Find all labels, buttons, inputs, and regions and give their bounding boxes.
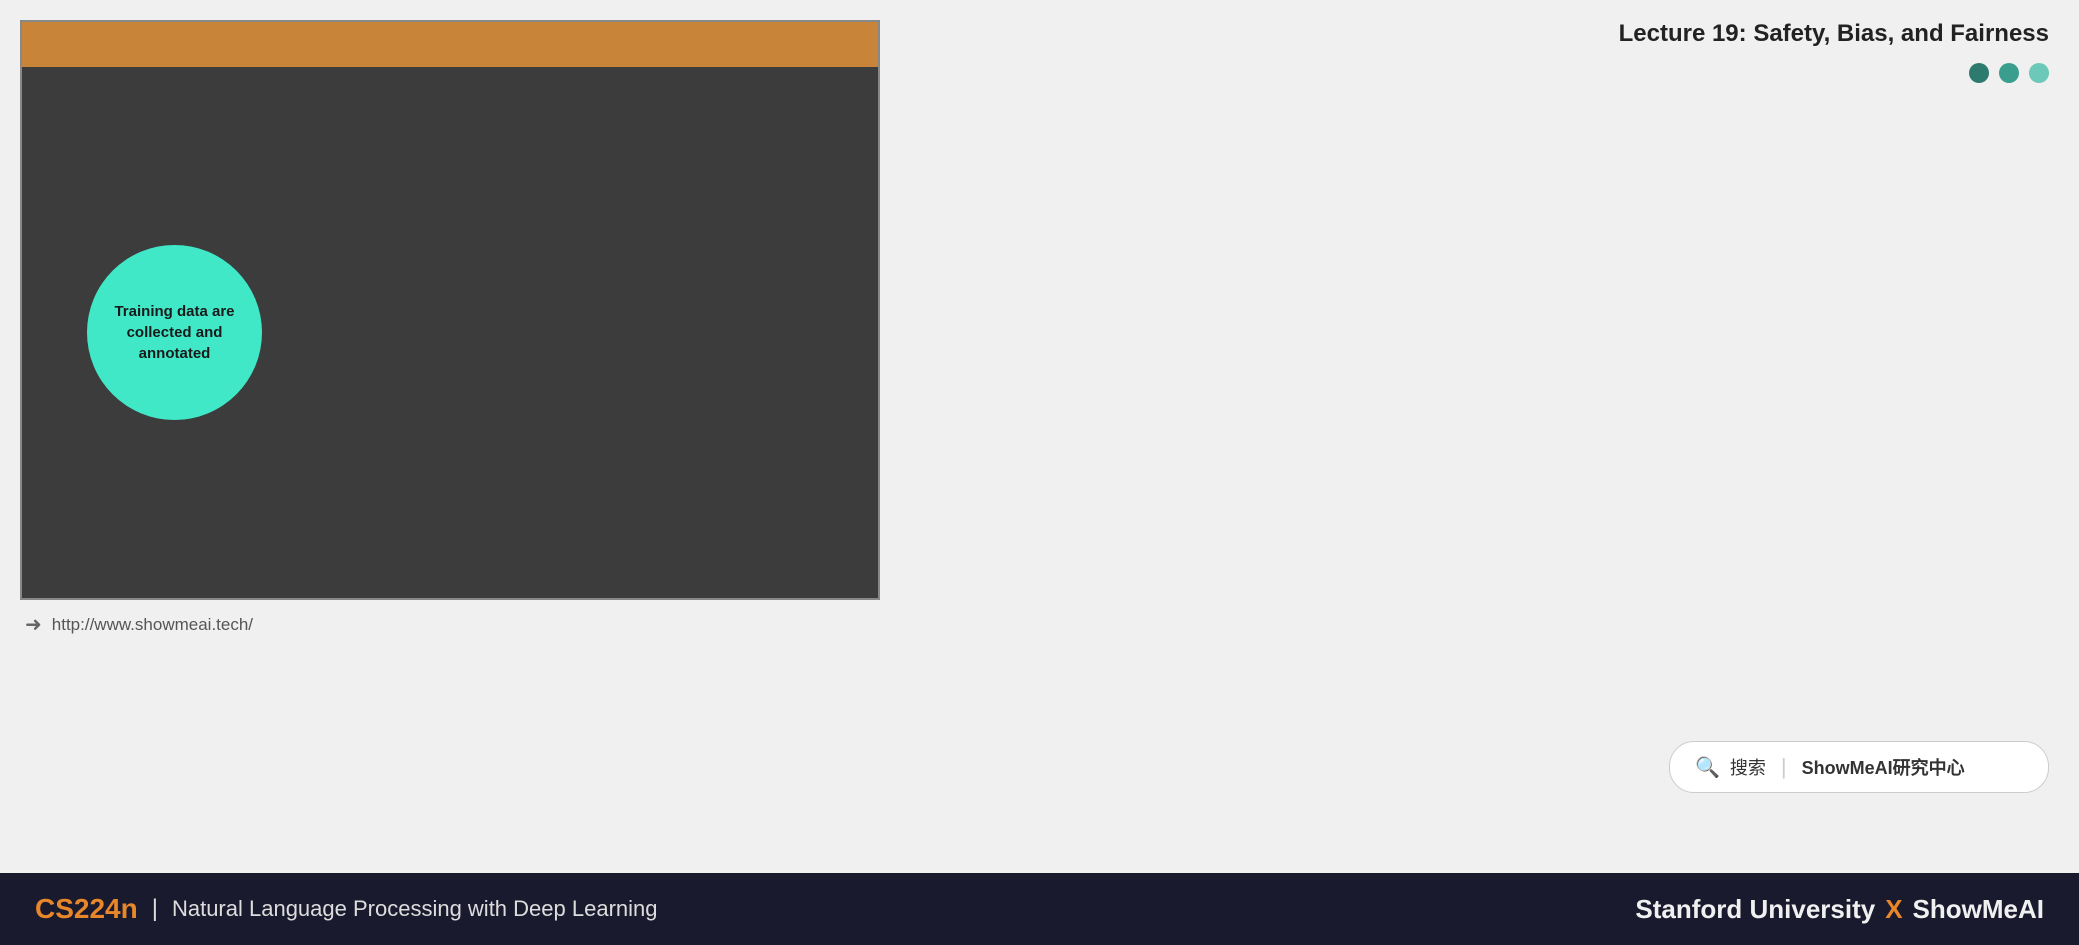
- stanford-text: Stanford University: [1635, 894, 1875, 925]
- course-name: Natural Language Processing with Deep Le…: [172, 896, 658, 922]
- bottom-bar: CS224n | Natural Language Processing wit…: [0, 873, 2079, 945]
- main-area: Training data are collected and annotate…: [0, 0, 2079, 873]
- dot-1[interactable]: [1969, 63, 1989, 83]
- slide-frame: Training data are collected and annotate…: [20, 20, 880, 600]
- dots-row: [930, 63, 2049, 83]
- course-code: CS224n: [35, 893, 138, 925]
- bottom-left: CS224n | Natural Language Processing wit…: [35, 893, 658, 925]
- right-panel: Lecture 19: Safety, Bias, and Fairness 🔍…: [900, 0, 2079, 873]
- showmeai-text: ShowMeAI: [1913, 894, 2044, 925]
- lecture-title: Lecture 19: Safety, Bias, and Fairness: [930, 20, 2049, 48]
- search-box[interactable]: 🔍 搜索 | ShowMeAI研究中心: [1669, 741, 2049, 793]
- slide-container: Training data are collected and annotate…: [0, 0, 900, 873]
- cursor-icon: ➜: [25, 612, 42, 637]
- bubble-text: Training data are collected and annotate…: [87, 291, 262, 374]
- search-label-bold: ShowMeAI研究中心: [1802, 754, 1965, 780]
- search-icon: 🔍: [1695, 755, 1720, 780]
- url-bar: ➜ http://www.showmeai.tech/: [20, 600, 880, 649]
- dot-3[interactable]: [2029, 63, 2049, 83]
- slide-header-bar: [22, 22, 878, 67]
- search-separator: |: [1781, 754, 1787, 780]
- search-label-normal: 搜索: [1730, 754, 1766, 780]
- url-text: http://www.showmeai.tech/: [52, 615, 253, 635]
- slide-body: Training data are collected and annotate…: [22, 67, 878, 598]
- bubble: Training data are collected and annotate…: [87, 245, 262, 420]
- x-separator: X: [1885, 894, 1902, 925]
- dot-2[interactable]: [1999, 63, 2019, 83]
- bottom-pipe-separator: |: [152, 895, 158, 923]
- bottom-right: Stanford University X ShowMeAI: [1635, 894, 2044, 925]
